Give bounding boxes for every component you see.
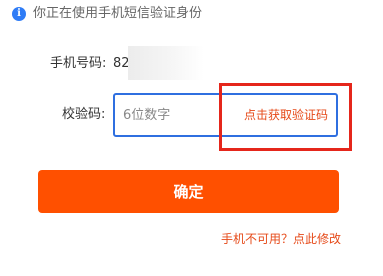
notice-text: 你正在使用手机短信验证身份 <box>33 6 203 21</box>
get-verification-code-link[interactable]: 点击获取验证码 <box>244 95 328 135</box>
verification-notice: i 你正在使用手机短信验证身份 <box>12 5 202 23</box>
verification-code-field: 点击获取验证码 <box>113 93 338 137</box>
verification-code-input[interactable] <box>123 95 233 135</box>
verification-code-label: 校验码: <box>62 107 106 122</box>
phone-unavailable-link[interactable]: 手机不可用？点此修改 <box>221 230 341 248</box>
confirm-button[interactable]: 确定 <box>38 170 339 213</box>
phone-label: 手机号码: <box>50 56 107 71</box>
info-icon: i <box>12 7 26 21</box>
phone-number-mask <box>128 46 204 80</box>
